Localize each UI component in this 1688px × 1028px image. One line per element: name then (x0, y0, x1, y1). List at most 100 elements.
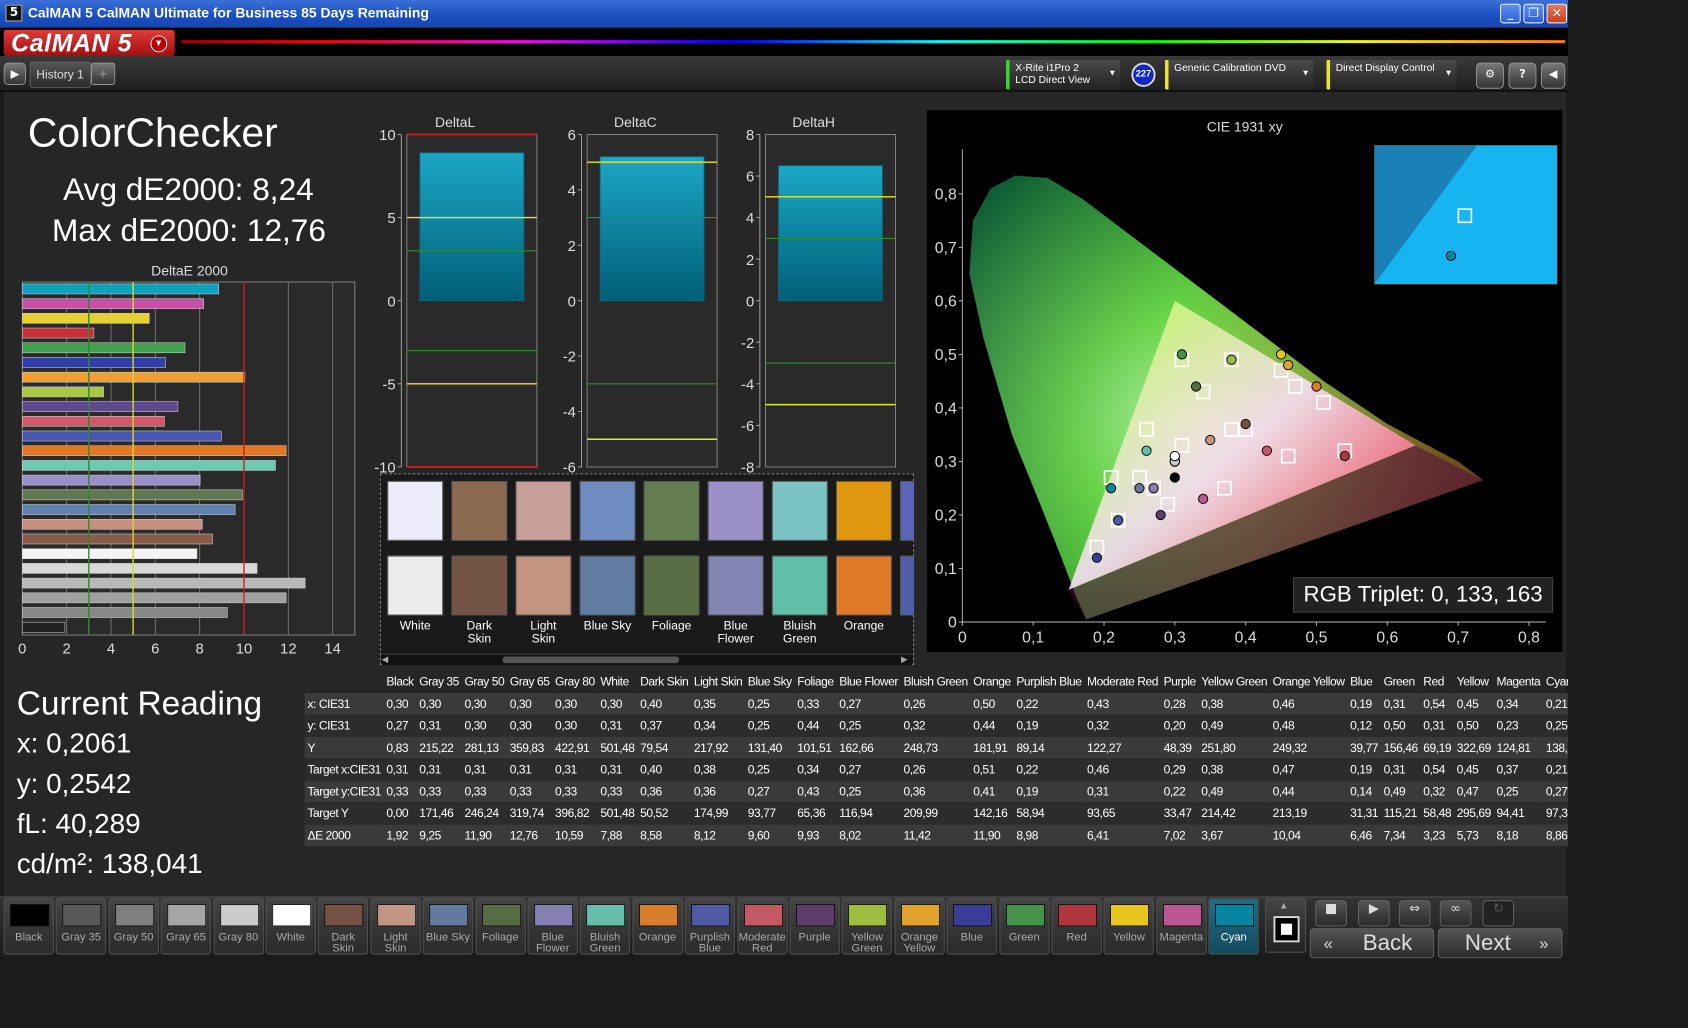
patch-button[interactable]: Blue Flower (527, 898, 578, 955)
table-cell: 359,83 (509, 740, 545, 755)
patch-button[interactable]: Light Skin (370, 898, 421, 955)
patch-button[interactable]: White (265, 898, 316, 955)
deltae-bar (22, 445, 287, 457)
display-selector[interactable]: Direct Display Control ▼ (1326, 59, 1457, 90)
target-swatch[interactable] (707, 555, 764, 616)
meter-selector[interactable]: X-Rite i1Pro 2 LCD Direct View ▼ (1005, 59, 1121, 90)
table-cell: 9,93 (797, 828, 819, 843)
table-cell: 0,27 (386, 718, 409, 733)
patch-button[interactable]: Dark Skin (318, 898, 369, 955)
patch-button[interactable]: Gray 50 (108, 898, 159, 955)
target-swatch[interactable] (900, 555, 915, 616)
scrollbar-thumb[interactable] (502, 656, 680, 664)
patch-button[interactable]: Gray 35 (56, 898, 107, 955)
scroll-right-icon[interactable]: ▶ (901, 655, 912, 665)
table-cell: 0,31 (419, 718, 441, 733)
target-swatch[interactable] (451, 555, 508, 616)
scroll-left-icon[interactable]: ◀ (382, 655, 393, 665)
cie-y-tick-label: 0,4 (935, 400, 957, 417)
patch-button[interactable]: Purplish Blue (684, 898, 735, 955)
measured-swatch[interactable] (451, 480, 508, 541)
patch-button[interactable]: Bluish Green (579, 898, 631, 955)
help-icon[interactable]: ? (1508, 62, 1537, 89)
record-control[interactable]: ▲ (1265, 898, 1307, 953)
target-swatch[interactable] (643, 555, 700, 616)
step-button[interactable]: ⇔ (1398, 900, 1431, 927)
patch-button[interactable]: Black (3, 898, 54, 955)
target-swatch[interactable] (579, 555, 636, 616)
table-cell: 0,46 (1272, 696, 1295, 711)
patch-button[interactable]: Orange Yellow (894, 898, 945, 955)
table-cell: 217,92 (693, 740, 729, 755)
close-icon[interactable]: ✕ (1546, 3, 1568, 24)
swatch-scrollbar[interactable]: ◀ ▶ (381, 653, 913, 665)
patch-button[interactable]: Cyan (1208, 898, 1259, 955)
target-swatch[interactable] (387, 555, 444, 616)
patch-button[interactable]: Green (999, 898, 1050, 955)
patch-button[interactable]: Red (1051, 898, 1102, 955)
gear-icon[interactable]: ⚙ (1476, 62, 1504, 89)
target-swatch[interactable] (771, 555, 828, 616)
deltae-tick-label: 14 (324, 642, 341, 658)
stop-button[interactable]: ■ (1315, 900, 1347, 927)
add-tab-button[interactable]: + (91, 62, 116, 85)
play-button[interactable]: ▶ (1358, 900, 1390, 927)
patch-button[interactable]: Yellow Green (841, 898, 893, 955)
patch-button[interactable]: Blue (946, 898, 997, 955)
patch-button[interactable]: Blue Sky (422, 898, 473, 955)
table-row: Y 0,83 215,22 281,13 359,83 422,91 501,48 79,54… (304, 736, 1568, 759)
rgb-triplet: RGB Triplet: 0, 133, 163 (1293, 577, 1554, 613)
tab-history[interactable]: History 1 (29, 61, 92, 88)
patch-button[interactable]: Moderate Red (737, 898, 788, 955)
target-swatch[interactable] (836, 555, 892, 616)
minimize-icon[interactable]: _ (1500, 3, 1521, 24)
swatch-list: White Dark Skin Light Skin Blue Sky Foliage B… (380, 473, 915, 660)
patch-button[interactable]: Gray 80 (213, 898, 264, 955)
table-cell: 0,27 (839, 696, 861, 711)
table-cell: 0,83 (386, 740, 409, 755)
table-cell: 0,44 (797, 718, 819, 733)
measured-swatch[interactable] (579, 480, 636, 541)
table-cell: 93,65 (1087, 806, 1115, 821)
patch-label: Yellow Green (851, 930, 883, 955)
measured-point (1261, 445, 1273, 456)
collapse-icon[interactable]: ◀ (1541, 62, 1566, 89)
patch-button[interactable]: Gray 65 (160, 898, 212, 955)
table-cell: 0,48 (1272, 718, 1295, 733)
patch-button[interactable]: Orange (632, 898, 683, 955)
app-logo-menu[interactable]: CalMAN 5 ▼ (3, 30, 175, 57)
measured-swatch[interactable] (771, 480, 828, 541)
source-selector[interactable]: Generic Calibration DVD ▼ (1164, 59, 1314, 90)
table-cell: 0,25 (1496, 784, 1519, 799)
patch-button[interactable]: Foliage (475, 898, 526, 955)
measured-point (1311, 381, 1322, 392)
deltae-tick-label: 8 (196, 642, 204, 658)
table-cell: 0,51 (973, 762, 995, 777)
table-header: Gray 65 (509, 674, 550, 689)
swatch-label: Orange (843, 618, 885, 633)
measured-swatch[interactable] (707, 480, 764, 541)
measured-swatch[interactable] (515, 480, 572, 541)
measured-swatch[interactable] (836, 480, 892, 541)
deltae-bar (22, 607, 228, 618)
patch-button[interactable]: Purple (789, 898, 840, 955)
maximize-icon[interactable]: ❐ (1523, 3, 1544, 24)
measured-swatch[interactable] (387, 480, 444, 541)
deltae-bar (22, 401, 179, 412)
source-name: Generic Calibration DVD (1174, 62, 1287, 74)
refresh-button[interactable]: ↻ (1482, 900, 1515, 927)
patch-button[interactable]: Magenta (1156, 898, 1207, 955)
delta-tick-label: -2 (741, 336, 754, 352)
next-button[interactable]: Next » (1437, 928, 1563, 959)
avg-de-value: Avg dE2000: 8,24 (63, 171, 314, 208)
patch-color (691, 904, 731, 927)
back-button[interactable]: « Back (1309, 928, 1435, 959)
loop-button[interactable]: ∞ (1439, 900, 1472, 927)
table-cell: 0,32 (903, 718, 926, 733)
measured-swatch[interactable] (900, 480, 915, 541)
patch-button[interactable]: Yellow (1103, 898, 1155, 955)
play-icon[interactable]: ▶ (3, 62, 27, 85)
meter-badge[interactable]: 227 (1131, 62, 1156, 87)
measured-swatch[interactable] (643, 480, 700, 541)
target-swatch[interactable] (515, 555, 572, 616)
